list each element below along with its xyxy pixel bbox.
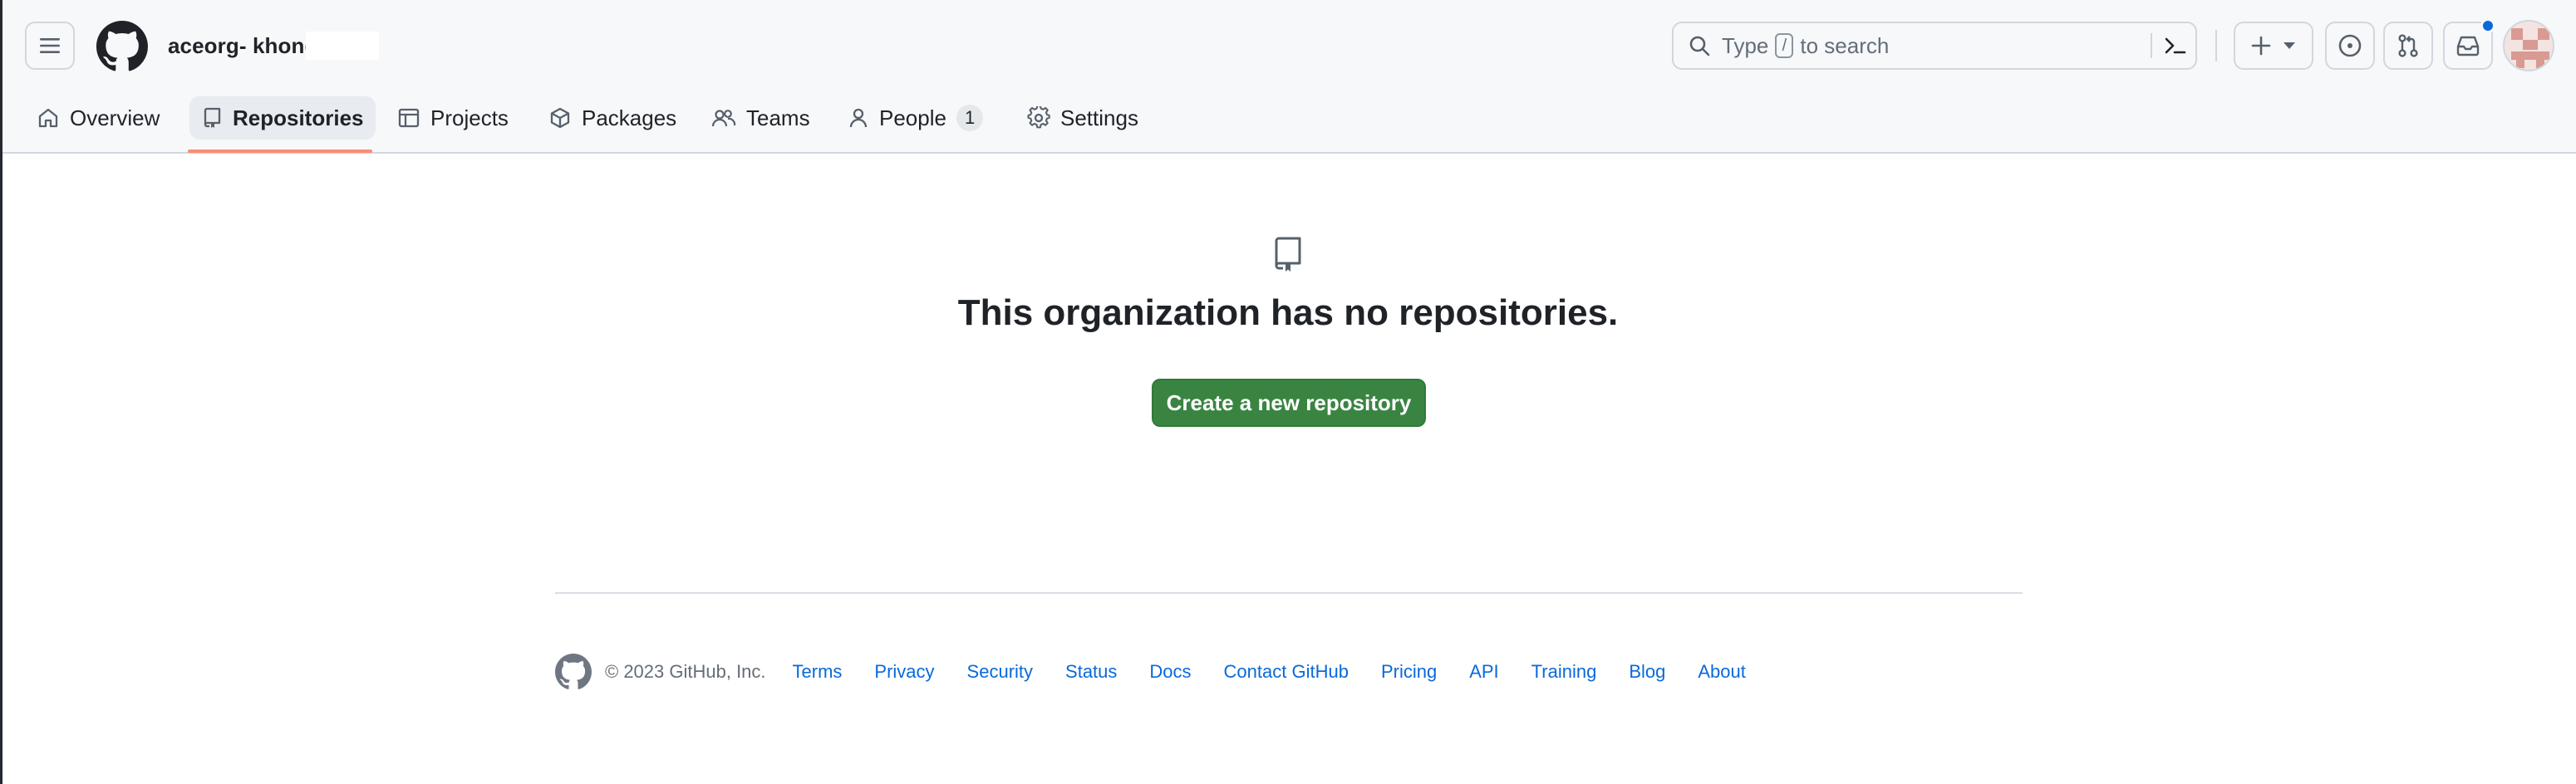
header-divider (2215, 30, 2217, 61)
tab-teams[interactable]: Teams (700, 96, 822, 140)
window-edge (0, 0, 2, 784)
footer-link-privacy[interactable]: Privacy (874, 661, 934, 683)
search-icon (1689, 36, 1710, 56)
footer-link-security[interactable]: Security (967, 661, 1033, 683)
footer-link-terms[interactable]: Terms (793, 661, 843, 683)
table-icon (398, 108, 420, 128)
active-tab-indicator (188, 149, 372, 153)
footer-divider (555, 592, 2023, 594)
tab-repositories-label: Repositories (233, 105, 364, 130)
repo-icon (204, 107, 221, 128)
app-header: aceorg- khongks Type / to search Overvie… (0, 0, 2576, 154)
empty-state-title-text: This organization has no repositories. (957, 292, 1619, 333)
tab-projects[interactable]: Projects (386, 96, 520, 140)
git-pull-request-icon (2398, 34, 2418, 57)
tab-repositories[interactable]: Repositories (189, 96, 376, 140)
footer-link-about[interactable]: About (1698, 661, 1746, 683)
package-icon (550, 107, 570, 129)
footer-link-status[interactable]: Status (1065, 661, 1117, 683)
tab-people[interactable]: People 1 (836, 96, 995, 140)
search-placeholder: Type / to search (1722, 33, 1889, 59)
tab-teams-label: Teams (746, 105, 810, 130)
footer-link-pricing[interactable]: Pricing (1381, 661, 1437, 683)
unread-notification-dot (2480, 18, 2495, 33)
search-divider (2151, 33, 2152, 58)
footer-link-blog[interactable]: Blog (1629, 661, 1665, 683)
people-icon (711, 110, 736, 127)
tab-overview-label: Overview (70, 105, 160, 130)
footer-links: Terms Privacy Security Status Docs Conta… (793, 661, 1778, 683)
org-navigation: Overview Repositories Projects Packages … (0, 91, 2576, 154)
command-palette-icon[interactable] (2164, 35, 2187, 56)
search-shortcut-key: / (1775, 33, 1794, 58)
inbox-icon (2456, 36, 2480, 56)
tab-settings-label: Settings (1060, 105, 1138, 130)
search-input[interactable]: Type / to search (1672, 22, 2197, 70)
footer-link-contact[interactable]: Contact GitHub (1224, 661, 1349, 683)
search-placeholder-suffix: to search (1800, 32, 1890, 58)
redaction-block (306, 32, 379, 60)
tab-packages[interactable]: Packages (537, 96, 688, 140)
github-logo-icon[interactable] (555, 654, 592, 690)
tab-settings[interactable]: Settings (1015, 96, 1150, 140)
repo-icon (1275, 237, 1301, 272)
footer-copyright: © 2023 GitHub, Inc. (605, 661, 766, 682)
site-footer: © 2023 GitHub, Inc. Terms Privacy Securi… (555, 651, 1778, 693)
tab-packages-label: Packages (582, 105, 677, 130)
gear-icon (1027, 106, 1050, 129)
create-repository-button[interactable]: Create a new repository (1152, 379, 1426, 427)
hamburger-icon (40, 38, 60, 53)
top-bar: aceorg- khongks Type / to search (0, 0, 2576, 91)
avatar-identicon-icon (2505, 22, 2553, 70)
global-nav-menu-button[interactable] (25, 22, 75, 70)
tab-people-label: People (879, 105, 946, 130)
tab-overview[interactable]: Overview (25, 96, 171, 140)
plus-icon (2251, 36, 2271, 56)
people-count-badge: 1 (956, 105, 984, 131)
issues-button[interactable] (2325, 22, 2375, 70)
footer-link-training[interactable]: Training (1531, 661, 1597, 683)
person-icon (849, 108, 868, 128)
github-logo-icon[interactable] (96, 21, 148, 72)
issue-opened-icon (2338, 34, 2362, 57)
footer-link-api[interactable]: API (1469, 661, 1498, 683)
user-avatar[interactable] (2503, 20, 2554, 71)
home-icon (38, 108, 58, 128)
create-new-dropdown-button[interactable] (2234, 22, 2313, 70)
tab-projects-label: Projects (430, 105, 509, 130)
pull-requests-button[interactable] (2383, 22, 2433, 70)
footer-link-docs[interactable]: Docs (1149, 661, 1191, 683)
triangle-down-icon (2283, 42, 2295, 49)
search-placeholder-prefix: Type (1722, 32, 1769, 58)
empty-state-title: This organization has no repositories. (0, 292, 2576, 334)
